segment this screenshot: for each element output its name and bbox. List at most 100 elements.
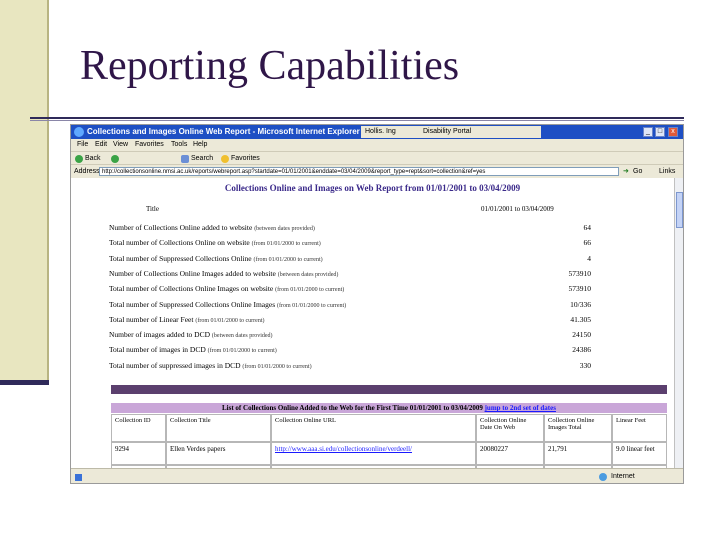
report-date-range: 01/01/2001 to 03/04/2009 [481,205,554,213]
status-zone-text: Internet [611,473,635,480]
minimize-icon[interactable]: _ [643,127,653,137]
cell-text: Ellen Verdes papers [170,445,226,453]
favorites-icon[interactable] [221,155,229,163]
stat-label: Number of Collections Online Images adde… [109,268,276,278]
stat-row: Total number of Collections Online on we… [109,238,321,247]
stat-note: (from 01/01/2000 to current) [242,363,312,370]
stat-value: 66 [583,238,592,248]
report-sub-label: Title [146,205,159,213]
stat-label: Total number of Linear Feet [109,314,194,324]
cell-date: 20080227 [476,442,544,465]
vertical-scrollbar[interactable] [674,178,683,468]
column-header[interactable]: Collection ID [111,414,166,442]
column-header[interactable]: Collection Online Images Total [544,414,612,442]
maximize-icon[interactable]: □ [655,127,665,137]
taskbar-button-portal[interactable]: Disability Portal [423,127,471,137]
status-bar: Internet [71,468,683,483]
cell-text: http://www.aaa.si.edu/collectionsonline/… [275,445,412,453]
links-label[interactable]: Links [659,165,675,178]
cell-id: 9294 [111,442,166,465]
address-input[interactable]: http://collectionsonline.nmsi.ac.uk/repo… [99,167,619,176]
stat-value: 24150 [572,330,591,340]
taskbar-button-hollis[interactable]: Hollis. Ing [365,127,396,137]
stat-row: Total number of Linear Feet (from 01/01/… [109,315,264,324]
stat-note: (from 01/01/2000 to current) [251,241,321,248]
menu-tools[interactable]: Tools [171,139,187,151]
stat-note: (from 01/01/2000 to current) [277,302,347,309]
stat-row: Total number of images in DCD (from 01/0… [109,345,277,354]
scroll-thumb[interactable] [676,192,683,228]
forward-icon[interactable] [111,155,119,163]
ie-logo-icon [74,127,84,137]
stat-value: 10/336 [570,299,591,309]
cell-url[interactable]: http://www.aaa.si.edu/collectionsonline/… [271,442,476,465]
cell-feet: 9.0 linear feet [612,442,667,465]
stat-label: Total number of Suppressed Collections O… [109,253,252,263]
stat-value: 24386 [572,345,591,355]
stat-label: Number of Collections Online added to we… [109,223,253,232]
browser-window: Collections and Images Online Web Report… [70,124,684,484]
table-caption: List of Collections Online Added to the … [111,403,667,413]
stat-row: Total number of Suppressed Collections O… [109,254,323,263]
stat-value: 41.305 [570,314,591,324]
stat-value: 4 [587,253,591,263]
stat-note: (between dates provided) [211,333,273,340]
column-header[interactable]: Collection Online URL [271,414,476,442]
internet-zone-icon [599,473,607,481]
stat-label: Total number of Collections Online Image… [109,284,274,294]
stat-note: (from 01/01/2000 to current) [275,287,345,294]
address-label: Address [74,168,100,175]
search-icon[interactable] [181,155,189,163]
stat-label: Total number of Collections Online on we… [109,238,250,248]
stat-row: Total number of Collections Online Image… [109,284,344,293]
slide-side-rule [47,0,49,385]
close-icon[interactable]: x [668,127,678,137]
stat-label: Total number of suppressed images in DCD [109,360,241,370]
stat-label: Number of images added to DCD [109,330,211,340]
menu-bar: File Edit View Favorites Tools Help [71,139,683,151]
stat-row: Number of images added to DCD (between d… [109,330,273,339]
stat-value: 64 [583,223,592,232]
title-rule [30,117,684,119]
stat-label: Total number of images in DCD [109,345,206,355]
stat-row: Number of Collections Online added to we… [109,223,315,232]
stat-note: (between dates provided) [254,226,315,232]
stat-note: (from 01/01/2000 to current) [195,317,265,324]
stat-label: Total number of Suppressed Collections O… [109,299,276,309]
slide-side-band [0,0,47,385]
menu-view[interactable]: View [113,139,128,151]
address-bar: Address http://collectionsonline.nmsi.ac… [71,164,683,178]
slide-title: Reporting Capabilities [80,43,460,89]
cell-title: Ellen Verdes papers [166,442,271,465]
menu-edit[interactable]: Edit [95,139,107,151]
taskbar-strip: Hollis. Ing Disability Portal [361,126,541,138]
stat-value: 573910 [568,268,592,278]
stat-row: Total number of Suppressed Collections O… [109,300,346,309]
cell-images: 21,791 [544,442,612,465]
menu-favorites[interactable]: Favorites [135,139,164,151]
jump-link[interactable]: jump to 2nd set of dates [485,404,556,412]
back-icon[interactable] [75,155,83,163]
stat-row: Total number of suppressed images in DCD… [109,361,312,370]
menu-file[interactable]: File [77,139,88,151]
go-icon[interactable]: ➜ [623,165,629,178]
cell-text: 21,791 [548,445,568,453]
browser-toolbar: Back Search Favorites [71,151,683,165]
stat-note: (from 01/01/2000 to current) [207,348,277,355]
column-header[interactable]: Linear Feet [612,414,667,442]
report-title: Collections Online and Images on Web Rep… [224,183,521,193]
stat-value: 573910 [568,284,592,294]
window-title: Collections and Images Online Web Report… [87,127,367,136]
slide-side-accent [0,380,49,385]
go-button[interactable]: Go [633,165,642,178]
title-rule-thin [30,120,684,121]
page-content: Collections Online and Images on Web Rep… [71,178,674,468]
column-header[interactable]: Collection Online Date On Web [476,414,544,442]
report-divider [111,385,667,394]
stat-row: Number of Collections Online Images adde… [109,269,338,278]
stat-note: (from 01/01/2000 to current) [253,256,323,263]
menu-help[interactable]: Help [193,139,207,151]
window-titlebar[interactable]: Collections and Images Online Web Report… [71,125,683,139]
column-header[interactable]: Collection Title [166,414,271,442]
stat-value: 330 [579,360,591,370]
